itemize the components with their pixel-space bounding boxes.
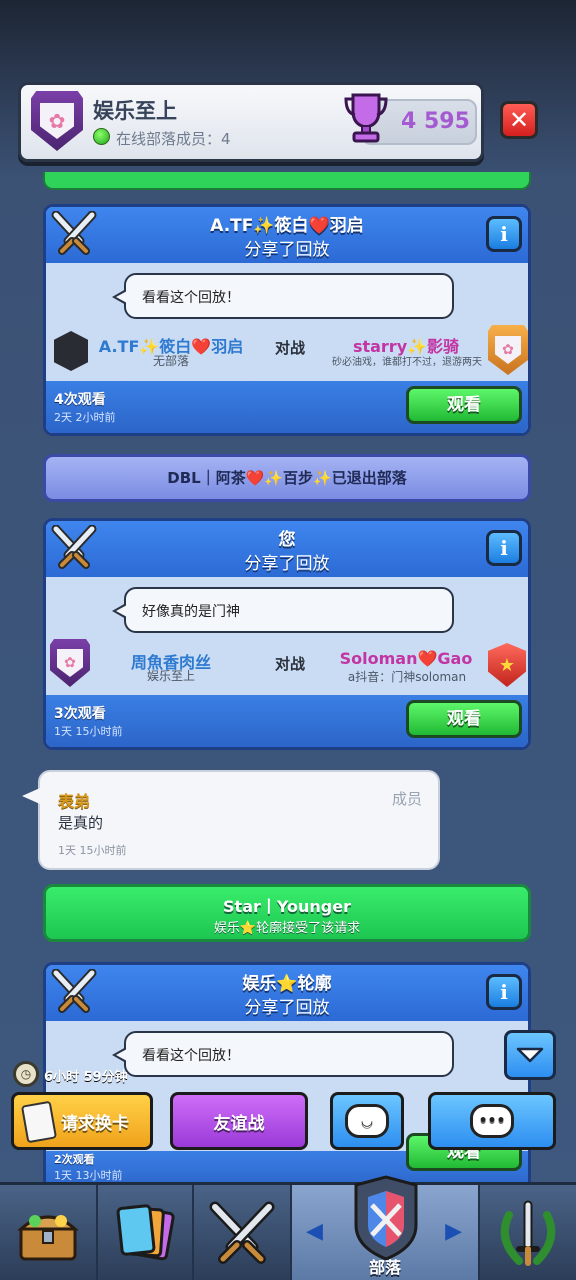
replay-card-header: 您 分享了回放 i xyxy=(46,521,528,577)
chat-message: 表弟 成员 是真的 1天 15小时前 xyxy=(22,770,440,870)
replay-shared-text: 分享了回放 xyxy=(244,998,330,1018)
replay-card-header: 娱乐⭐轮廓 分享了回放 i xyxy=(46,965,528,1021)
close-icon: ✕ xyxy=(508,106,530,134)
info-icon: i xyxy=(500,980,508,1004)
request-subtitle: 娱乐⭐轮廓接受了该请求 xyxy=(213,921,361,936)
trophy-icon xyxy=(344,93,388,143)
nav-tab-cards[interactable] xyxy=(98,1185,194,1280)
friendly-battle-button[interactable]: 友谊战 xyxy=(170,1092,308,1150)
view-count: 4次观看 xyxy=(54,392,106,408)
info-button[interactable]: i xyxy=(486,216,522,252)
close-button[interactable]: ✕ xyxy=(500,101,538,139)
info-button[interactable]: i xyxy=(486,530,522,566)
left-player-clan: 娱乐至上 xyxy=(146,669,195,683)
clan-name: 娱乐至上 xyxy=(93,99,177,123)
clan-badge-icon: ✿ xyxy=(31,91,83,151)
chat-time: 1天 15小时前 xyxy=(58,844,127,857)
trophy-count: 4 595 xyxy=(401,109,470,134)
replay-sharer: 娱乐⭐轮廓 xyxy=(242,974,332,994)
nav-next-arrow-icon[interactable]: ▶ xyxy=(445,1219,462,1244)
replay-message: 好像真的是门神 xyxy=(112,587,454,633)
chat-bubble-icon: ••• xyxy=(470,1104,514,1138)
chat-author: 表弟 xyxy=(58,792,91,811)
card-icon xyxy=(20,1100,58,1144)
emote-button[interactable]: ◡ xyxy=(330,1092,404,1150)
star-clan-badge-icon: ★ xyxy=(488,643,526,687)
no-clan-badge-icon xyxy=(54,331,88,371)
chat-text: 是真的 xyxy=(58,814,104,832)
versus-label: 对战 xyxy=(274,655,305,673)
cards-icon xyxy=(116,1204,175,1261)
chat-button[interactable]: ••• xyxy=(428,1092,556,1150)
nav-tab-battle[interactable] xyxy=(194,1185,292,1280)
chat-author-role: 成员 xyxy=(391,790,422,808)
clock-icon: ◷ xyxy=(13,1061,39,1087)
replay-time: 1天 13小时前 xyxy=(54,1169,123,1182)
versus-label: 对战 xyxy=(274,339,305,357)
nav-active-label: 部落 xyxy=(368,1258,401,1277)
request-timer: 6小时 59分钟 xyxy=(44,1070,128,1085)
friendly-battle-label: 友谊战 xyxy=(213,1113,265,1134)
info-icon: i xyxy=(500,536,508,560)
clan-header[interactable]: ✿ 娱乐至上 在线部落成员：4 4 595 xyxy=(18,82,484,162)
replay-message: 看看这个回放！ xyxy=(112,1031,454,1077)
bottom-navigation: ◀ ▶ xyxy=(0,1175,576,1280)
right-player-clan: a抖音：门神soloman xyxy=(347,670,467,684)
request-cards-label: 请求换卡 xyxy=(61,1113,129,1134)
right-player-clan: 砂必油戏，谁都打不过，退游两天 xyxy=(332,357,482,368)
emote-icon: ◡ xyxy=(345,1104,389,1138)
nav-prev-arrow-icon[interactable]: ◀ xyxy=(306,1219,323,1244)
replay-card-header: A.TF✨筱白❤️羽启 分享了回放 i xyxy=(46,207,528,263)
view-count: 3次观看 xyxy=(54,706,106,722)
clan-badge-icon: ✿ xyxy=(50,639,90,687)
replay-card-footer: 3次观看 1天 15小时前 观看 xyxy=(46,695,528,747)
replay-time: 1天 15小时前 xyxy=(54,725,123,738)
replay-card: 您 分享了回放 i 好像真的是门神 ✿ 周魚香肉丝 娱乐至上 对战 Soloma… xyxy=(43,518,531,750)
replay-time: 2天 2小时前 xyxy=(54,411,116,424)
treasure-chest-icon xyxy=(17,1215,79,1261)
clan-shield-icon xyxy=(354,1175,418,1261)
view-count: 2次观看 xyxy=(54,1153,95,1166)
watch-button[interactable]: 观看 xyxy=(406,700,522,738)
crossed-swords-icon xyxy=(209,1201,275,1264)
replay-sharer: 您 xyxy=(278,530,296,550)
replay-shared-text: 分享了回放 xyxy=(244,554,330,574)
nav-tab-events[interactable] xyxy=(480,1185,576,1280)
online-status-icon xyxy=(93,128,110,145)
info-button[interactable]: i xyxy=(486,974,522,1010)
request-cards-button[interactable]: 请求换卡 xyxy=(11,1092,153,1150)
info-icon: i xyxy=(500,222,508,246)
member-left-banner: DBL｜阿茶❤️✨百步✨已退出部落 xyxy=(43,454,531,502)
right-player-name: Soloman❤️Gao xyxy=(339,649,473,668)
chevron-down-icon xyxy=(516,1047,544,1063)
request-accepted-banner: Star丨Younger 娱乐⭐轮廓接受了该请求 xyxy=(43,884,531,942)
replay-shared-text: 分享了回放 xyxy=(244,240,330,260)
previous-message-edge xyxy=(43,172,531,190)
watch-button[interactable]: 观看 xyxy=(406,386,522,424)
request-title: Star丨Younger xyxy=(223,897,351,916)
replay-sharer: A.TF✨筱白❤️羽启 xyxy=(210,216,364,236)
scroll-down-button[interactable] xyxy=(504,1030,556,1080)
clan-badge-icon: ✿ xyxy=(488,325,528,375)
laurel-sword-icon xyxy=(500,1200,556,1266)
replay-message: 看看这个回放！ xyxy=(112,273,454,319)
nav-tab-shop[interactable] xyxy=(0,1185,98,1280)
replay-card: A.TF✨筱白❤️羽启 分享了回放 i 看看这个回放！ A.TF✨筱白❤️羽启 … xyxy=(43,204,531,436)
online-members-label: 在线部落成员：4 xyxy=(116,130,231,148)
left-player-clan: 无部落 xyxy=(152,354,189,368)
replay-card-footer: 4次观看 2天 2小时前 观看 xyxy=(46,381,528,433)
